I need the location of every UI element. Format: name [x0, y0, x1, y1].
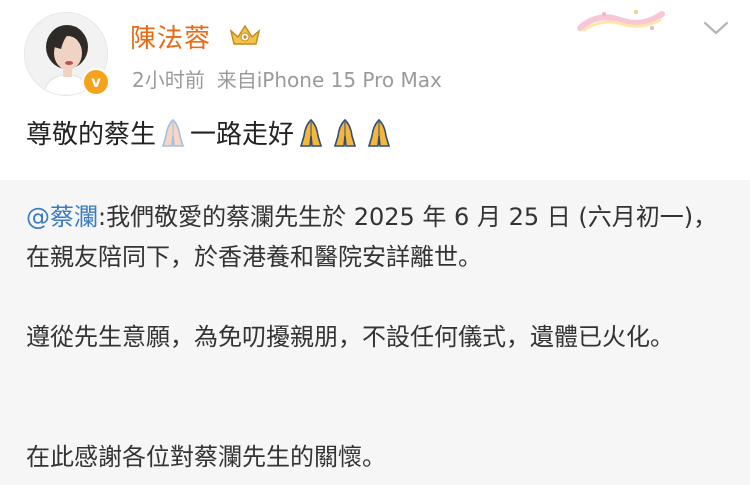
post-meta: 2小时前 来自iPhone 15 Pro Max: [132, 64, 454, 93]
post-time: 2小时前: [132, 68, 205, 92]
post-text-part-1: 尊敬的蔡生: [26, 120, 157, 150]
repost-panel[interactable]: @蔡瀾:我們敬愛的蔡瀾先生於 2025 年 6 月 25 日 (六月初一)，在親…: [0, 180, 750, 485]
repost-paragraph-3: 在此感謝各位對蔡瀾先生的關懷。: [26, 443, 386, 471]
post-text-part-2: 一路走好: [190, 120, 295, 150]
post-body: 尊敬的蔡生 一路走好: [26, 114, 396, 151]
post-source: 来自iPhone 15 Pro Max: [216, 68, 442, 92]
repost-paragraph-2: 遵從先生意願，為免叨擾親朋，不設任何儀式，遺體已火化。: [26, 323, 674, 351]
username[interactable]: 陳法蓉: [130, 18, 211, 55]
folded-hands-emoji-icon: [333, 118, 357, 147]
verified-badge-icon: v: [82, 68, 110, 96]
folded-hands-emoji-icon: [299, 118, 323, 147]
mention-link[interactable]: @蔡瀾: [26, 203, 98, 231]
repost-line-1: :我們敬愛的蔡瀾先生於 2025 年 6 月 25 日 (六月初一)，在親友陪同…: [26, 203, 718, 271]
folded-hands-emoji-icon: [161, 118, 185, 147]
avatar[interactable]: v: [24, 12, 110, 96]
decoration-icon: [577, 10, 665, 32]
crown-icon[interactable]: [228, 22, 262, 48]
repost-paragraph-1: @蔡瀾:我們敬愛的蔡瀾先生於 2025 年 6 月 25 日 (六月初一)，在親…: [26, 197, 720, 277]
weibo-post: v 陳法蓉 2小时前 来自iPhone 15 Pro Max 尊敬的蔡生 一路走好: [0, 0, 750, 485]
folded-hands-emoji-icon: [367, 118, 391, 147]
chevron-down-icon[interactable]: [703, 20, 729, 36]
